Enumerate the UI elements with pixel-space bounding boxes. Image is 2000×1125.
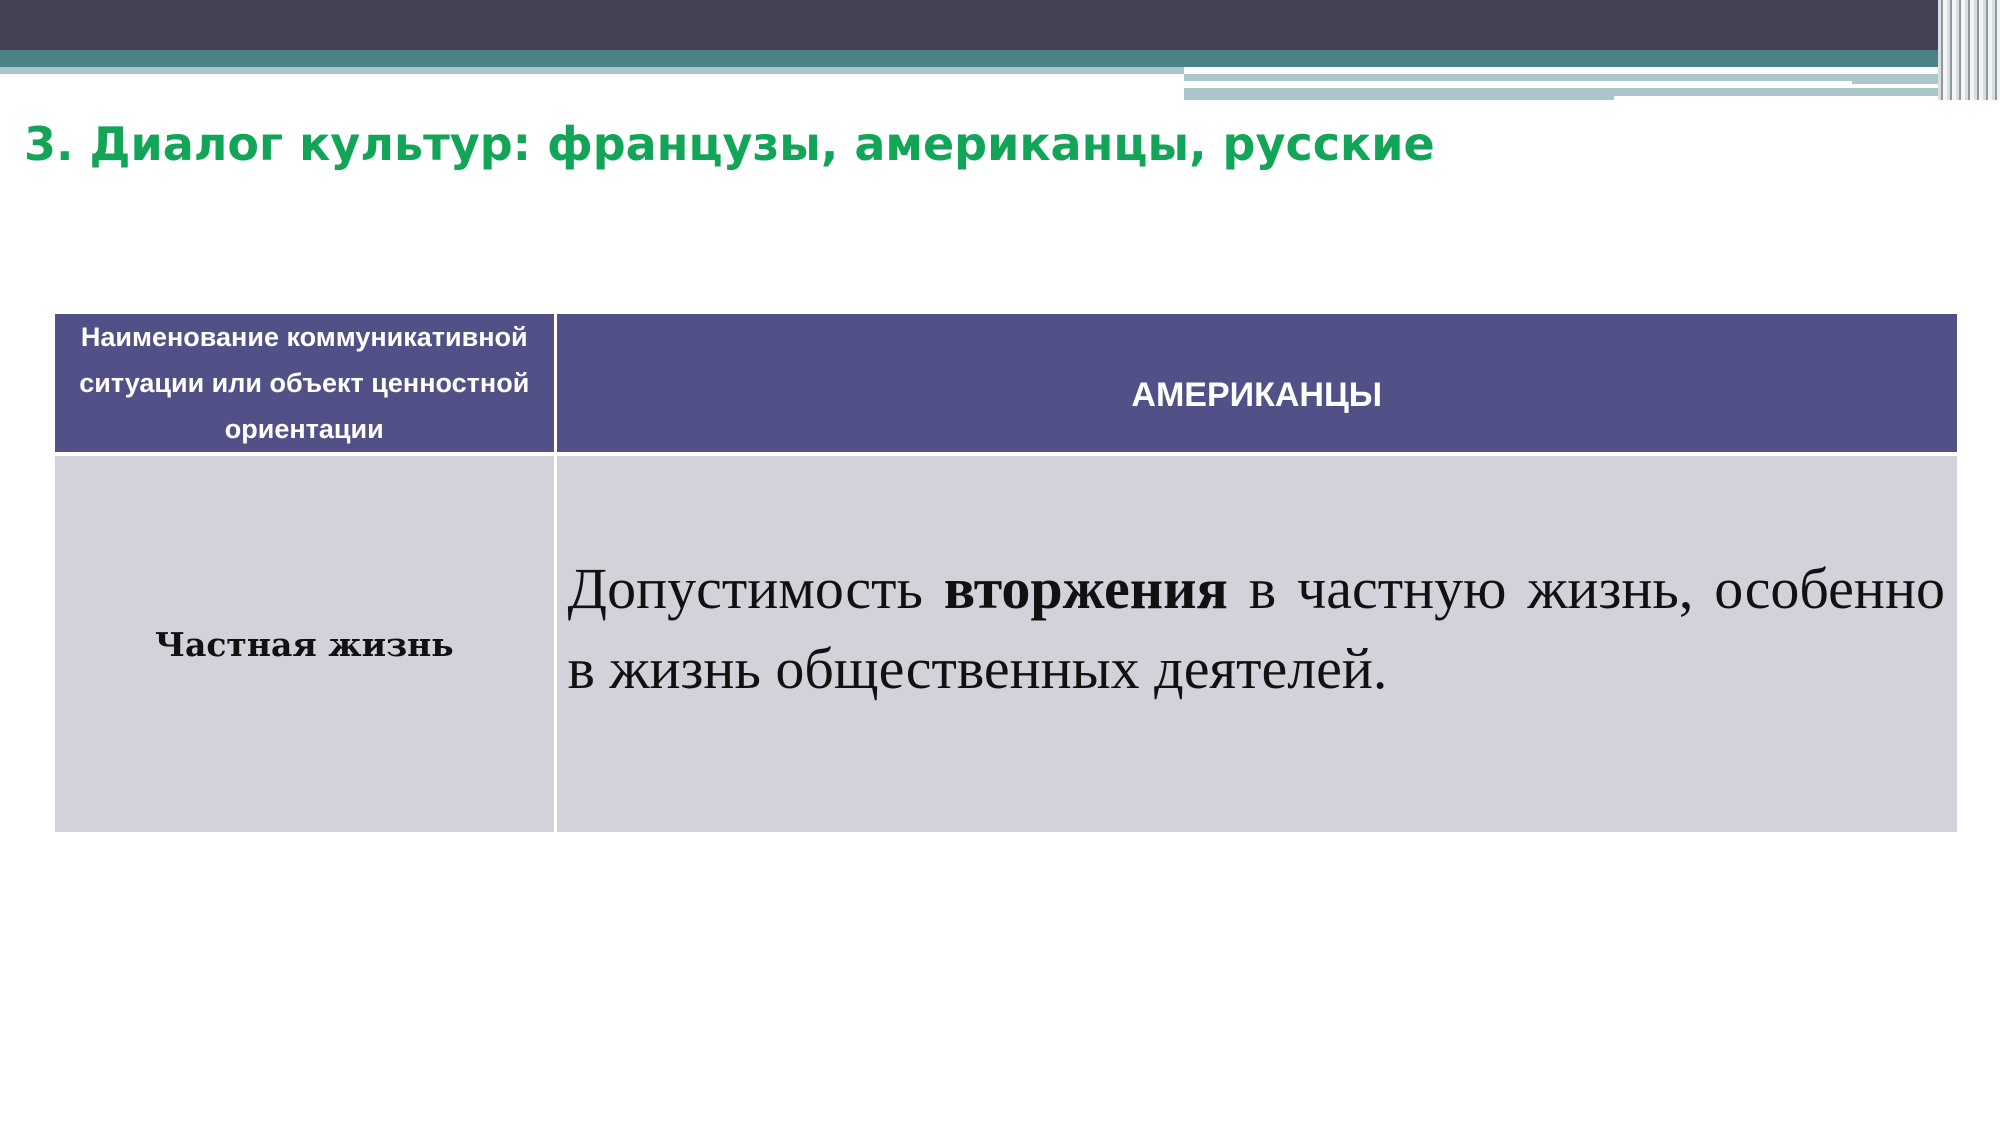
table-header-left: Наименование коммуникативной ситуации ил… (55, 314, 557, 454)
header-bar-dark (0, 0, 2000, 50)
header-bar-light-lower (1184, 88, 1614, 100)
header-bar-teal (0, 50, 2000, 67)
row-label: Частная жизнь (55, 452, 557, 832)
header-divider-line (1184, 81, 1852, 84)
comparison-table: Наименование коммуникативной ситуации ил… (55, 314, 1957, 832)
table-row: Частная жизнь Допустимость вторжения в ч… (55, 452, 1957, 832)
table-header-row: Наименование коммуникативной ситуации ил… (55, 314, 1957, 454)
header-edge-stripes (1938, 0, 2000, 100)
row-description: Допустимость вторжения в частную жизнь, … (555, 452, 1957, 832)
slide-title: 3. Диалог культур: французы, американцы,… (24, 117, 1435, 171)
row-description-text-1: Допустимость (567, 556, 944, 621)
header-bar-light (0, 67, 1184, 74)
table-header-right: АМЕРИКАНЦЫ (555, 314, 1957, 454)
row-description-emphasis: вторжения (943, 556, 1228, 621)
